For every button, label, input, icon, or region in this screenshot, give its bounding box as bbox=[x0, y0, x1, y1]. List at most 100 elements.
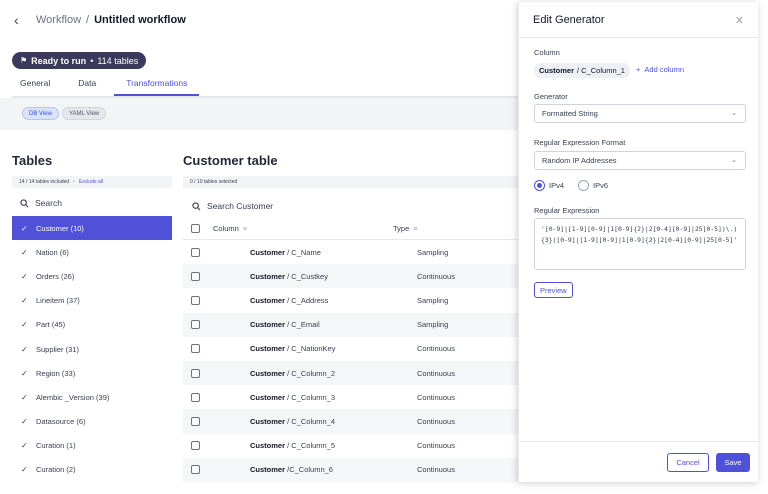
drawer-footer: Cancel Save bbox=[519, 441, 759, 482]
row-table-name: Customer bbox=[250, 392, 286, 402]
table-item-label: Supplier (31) bbox=[36, 344, 79, 354]
page-header: ‹ Workflow / Untitled workflow bbox=[0, 0, 520, 40]
row-checkbox[interactable] bbox=[191, 247, 200, 257]
chevron-left-icon[interactable]: ‹ bbox=[14, 12, 28, 28]
table-item-customer[interactable]: ✓ Customer (10) bbox=[12, 216, 172, 241]
table-item-datasource[interactable]: ✓ Datasource (6) bbox=[12, 410, 172, 434]
table-item-supplier[interactable]: ✓ Supplier (31) bbox=[12, 337, 172, 361]
row-type: Sampling bbox=[417, 320, 449, 330]
regex-textarea[interactable]: '[0-9]|[1-9][0-9]|1[0-9]{2}|2[0-4][0-9]|… bbox=[534, 218, 746, 270]
row-checkbox[interactable] bbox=[191, 320, 200, 330]
table-row[interactable]: Customer / C_Column_4 Continuous bbox=[183, 409, 520, 434]
row-checkbox[interactable] bbox=[191, 271, 200, 281]
table-item-label: Nation (6) bbox=[36, 247, 69, 257]
format-select[interactable]: Random IP Addresses ⌄ bbox=[534, 151, 746, 170]
ipv6-radio[interactable]: IPv6 bbox=[578, 180, 608, 191]
table-item-orders[interactable]: ✓ Orders (26) bbox=[12, 264, 172, 288]
row-checkbox[interactable] bbox=[191, 416, 200, 426]
row-column-name: / C_Column_5 bbox=[287, 441, 336, 451]
table-item-label: Curation (2) bbox=[36, 465, 76, 475]
row-table-name: Customer bbox=[250, 344, 286, 354]
table-row[interactable]: Customer / C_NationKey Continuous bbox=[183, 337, 520, 361]
row-table-name: Customer bbox=[250, 465, 286, 475]
row-column-name: / C_Column_4 bbox=[287, 416, 336, 426]
ipv4-label: IPv4 bbox=[549, 181, 565, 190]
row-checkbox[interactable] bbox=[191, 295, 200, 305]
table-row[interactable]: Customer / C_Column_5 Continuous bbox=[183, 434, 520, 458]
table-row[interactable]: Customer / C_Column_3 Continuous bbox=[183, 385, 520, 409]
check-icon: ✓ bbox=[21, 417, 28, 427]
tab-general[interactable]: General bbox=[12, 74, 58, 96]
tables-heading: Tables bbox=[12, 153, 53, 168]
tab-transformations[interactable]: Transformations bbox=[114, 74, 200, 96]
row-type: Continuous bbox=[417, 392, 455, 402]
status-separator: • bbox=[90, 55, 94, 66]
tab-data[interactable]: Data bbox=[70, 74, 104, 96]
ipv4-radio[interactable]: IPv4 bbox=[534, 180, 564, 191]
select-all-checkbox[interactable] bbox=[191, 224, 200, 233]
row-checkbox[interactable] bbox=[191, 441, 200, 451]
column-chip[interactable]: Customer / C_Column_1 bbox=[534, 63, 630, 78]
filter-icon[interactable]: ≡ bbox=[413, 226, 417, 233]
table-row[interactable]: Customer / C_Custkey Continuous bbox=[183, 264, 520, 289]
check-icon: ✓ bbox=[21, 368, 28, 378]
table-row[interactable]: Customer / C_Column_2 Continuous bbox=[183, 360, 520, 386]
customer-search-input[interactable]: Search Customer bbox=[183, 197, 520, 215]
row-column-name: / C_Email bbox=[287, 320, 320, 330]
generator-select[interactable]: Formatted String ⌄ bbox=[534, 104, 746, 123]
table-item-label: Alembic _Version (39) bbox=[36, 392, 110, 402]
customer-search-placeholder: Search Customer bbox=[207, 201, 274, 211]
regex-label: Regular Expression bbox=[534, 206, 600, 215]
row-column-name: / C_Column_3 bbox=[287, 392, 336, 402]
column-chip-name: / C_Column_1 bbox=[577, 66, 625, 75]
tables-search-input[interactable]: Search bbox=[12, 194, 172, 212]
table-item-label: Curation (1) bbox=[36, 441, 76, 451]
table-item-curation-2[interactable]: ✓ Curation (2) bbox=[12, 458, 172, 482]
preview-button[interactable]: Preview bbox=[534, 282, 573, 298]
row-checkbox[interactable] bbox=[191, 344, 200, 354]
add-column-label: Add column bbox=[644, 65, 684, 74]
table-row[interactable]: Customer / C_Email Sampling bbox=[183, 312, 520, 337]
cancel-button[interactable]: Cancel bbox=[667, 453, 709, 472]
check-icon: ✓ bbox=[21, 320, 28, 330]
row-checkbox[interactable] bbox=[191, 392, 200, 402]
edit-generator-drawer: Edit Generator ✕ Column Customer / C_Col… bbox=[518, 2, 759, 482]
status-badge: ⚑ Ready to run • 114 tables bbox=[12, 52, 147, 69]
customer-table-heading: Customer table bbox=[183, 153, 278, 168]
status-tables: 114 tables bbox=[97, 55, 139, 66]
customer-table-selected-count: 0 / 10 tables selected bbox=[183, 176, 520, 188]
row-type: Continuous bbox=[417, 344, 455, 354]
page-title: Untitled workflow bbox=[94, 14, 186, 26]
table-item-nation[interactable]: ✓ Nation (6) bbox=[12, 240, 172, 264]
add-column-button[interactable]: + Add column bbox=[636, 65, 684, 74]
db-view-toggle[interactable]: DB View bbox=[22, 107, 59, 120]
table-item-region[interactable]: ✓ Region (33) bbox=[12, 361, 172, 385]
check-icon: ✓ bbox=[21, 392, 28, 402]
breadcrumb-root[interactable]: Workflow bbox=[36, 14, 81, 26]
chevron-down-icon: ⌄ bbox=[731, 157, 737, 164]
table-row[interactable]: Customer / C_Name Sampling bbox=[183, 240, 520, 264]
table-item-part[interactable]: ✓ Part (45) bbox=[12, 313, 172, 337]
save-button[interactable]: Save bbox=[716, 453, 750, 472]
table-item-alembic-version[interactable]: ✓ Alembic _Version (39) bbox=[12, 385, 172, 409]
type-header[interactable]: Type ≡ bbox=[393, 224, 493, 233]
tables-included-count: 14 / 14 tables included bbox=[19, 179, 70, 185]
drawer-title: Edit Generator bbox=[533, 13, 605, 26]
row-table-name: Customer bbox=[250, 271, 286, 281]
close-icon[interactable]: ✕ bbox=[735, 14, 744, 27]
table-row[interactable]: Customer / C_Address Sampling bbox=[183, 288, 520, 312]
row-checkbox[interactable] bbox=[191, 465, 200, 475]
table-row[interactable]: Customer /C_Column_6 Continuous bbox=[183, 457, 520, 482]
column-header[interactable]: Column ≡ bbox=[213, 224, 393, 233]
yaml-view-toggle[interactable]: YAML View bbox=[62, 107, 107, 120]
row-type: Sampling bbox=[417, 295, 449, 305]
check-icon: ✓ bbox=[21, 247, 28, 257]
check-icon: ✓ bbox=[21, 441, 28, 451]
table-item-curation-1[interactable]: ✓ Curation (1) bbox=[12, 434, 172, 458]
tables-list: ✓ Customer (10) ✓ Nation (6) ✓ Orders (26) … bbox=[12, 216, 172, 482]
exclude-all-link[interactable]: Exclude all bbox=[79, 179, 103, 185]
table-item-lineitem[interactable]: ✓ Lineitem (37) bbox=[12, 289, 172, 313]
row-table-name: Customer bbox=[250, 247, 286, 257]
filter-icon[interactable]: ≡ bbox=[243, 226, 247, 233]
row-checkbox[interactable] bbox=[191, 368, 200, 378]
